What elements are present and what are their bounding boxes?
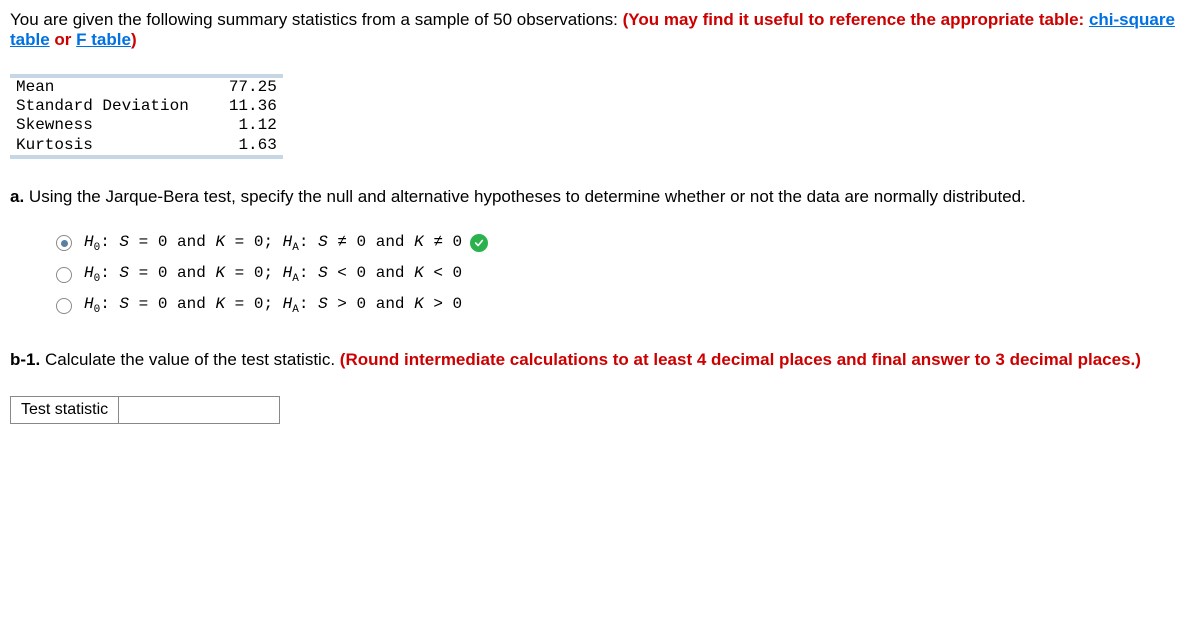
part-b1-text: Calculate the value of the test statisti…	[40, 350, 340, 369]
radio-icon	[56, 235, 72, 251]
hint-or: or	[50, 30, 76, 49]
stats-table: Mean 77.25 Standard Deviation 11.36 Skew…	[10, 74, 283, 159]
table-row: Standard Deviation 11.36	[10, 97, 283, 116]
part-b1-hint: (Round intermediate calculations to at l…	[340, 350, 1141, 369]
answer-table: Test statistic	[10, 396, 280, 424]
part-a-text: Using the Jarque-Bera test, specify the …	[24, 187, 1026, 206]
radio-icon	[56, 298, 72, 314]
options-group: H0: S = 0 and K = 0; HA: S ≠ 0 and K ≠ 0…	[56, 233, 1190, 317]
option-text: H0: S = 0 and K = 0; HA: S > 0 and K > 0	[84, 295, 462, 316]
stat-value: 77.25	[195, 76, 283, 97]
option-2[interactable]: H0: S = 0 and K = 0; HA: S < 0 and K < 0	[56, 264, 1190, 285]
part-a-label: a.	[10, 187, 24, 206]
hint-prefix: (You may find it useful to reference the…	[623, 10, 1089, 29]
stat-label: Kurtosis	[10, 136, 195, 157]
stat-value: 11.36	[195, 97, 283, 116]
answer-label: Test statistic	[11, 397, 119, 424]
table-row: Mean 77.25	[10, 76, 283, 97]
f-table-link[interactable]: F table	[76, 30, 131, 49]
stat-value: 1.63	[195, 136, 283, 157]
intro-body: You are given the following summary stat…	[10, 10, 623, 29]
option-text: H0: S = 0 and K = 0; HA: S ≠ 0 and K ≠ 0	[84, 233, 462, 254]
test-statistic-input[interactable]	[119, 397, 280, 424]
stat-label: Skewness	[10, 116, 195, 135]
intro-text: You are given the following summary stat…	[10, 10, 1190, 50]
table-row: Kurtosis 1.63	[10, 136, 283, 157]
check-icon	[470, 234, 488, 252]
part-a-question: a. Using the Jarque-Bera test, specify t…	[10, 187, 1190, 207]
stat-label: Mean	[10, 76, 195, 97]
option-3[interactable]: H0: S = 0 and K = 0; HA: S > 0 and K > 0	[56, 295, 1190, 316]
hint-suffix: )	[131, 30, 137, 49]
radio-icon	[56, 267, 72, 283]
part-b1-question: b-1. Calculate the value of the test sta…	[10, 350, 1190, 370]
stat-label: Standard Deviation	[10, 97, 195, 116]
option-1[interactable]: H0: S = 0 and K = 0; HA: S ≠ 0 and K ≠ 0	[56, 233, 1190, 254]
option-text: H0: S = 0 and K = 0; HA: S < 0 and K < 0	[84, 264, 462, 285]
stat-value: 1.12	[195, 116, 283, 135]
table-row: Skewness 1.12	[10, 116, 283, 135]
part-b1-label: b-1.	[10, 350, 40, 369]
